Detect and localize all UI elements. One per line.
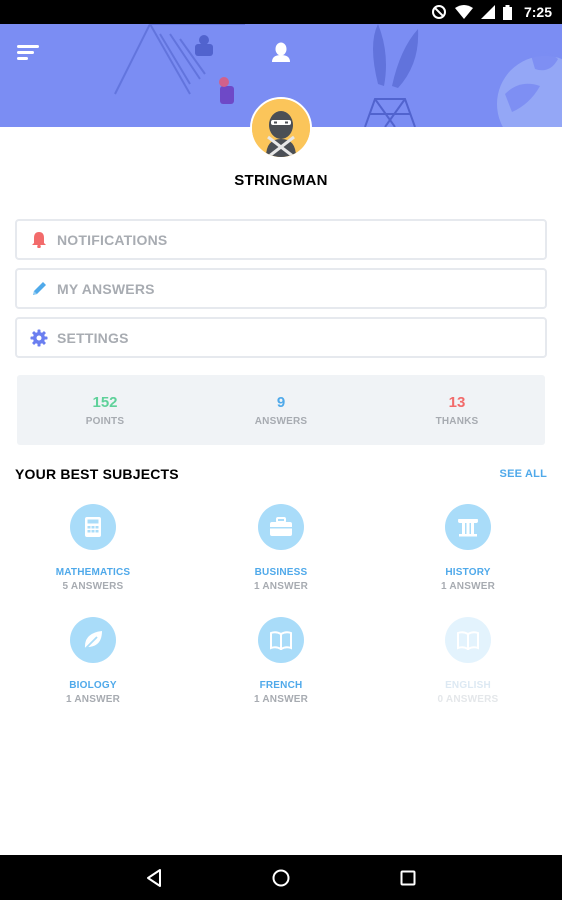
home-icon	[272, 869, 290, 886]
gear-icon	[29, 328, 49, 348]
bell-icon	[29, 230, 49, 250]
back-icon	[146, 868, 161, 887]
subject-count: 0 ANSWERS	[437, 694, 499, 705]
answers-label: ANSWERS	[254, 415, 308, 427]
subject-count: 1 ANSWER	[65, 694, 120, 705]
column-icon	[445, 504, 491, 550]
points-value: 152	[92, 393, 118, 411]
best-subjects-title: YOUR BEST SUBJECTS	[15, 466, 179, 482]
book-icon	[258, 617, 304, 663]
subject-name: BUSINESS	[254, 567, 308, 578]
book-icon	[445, 617, 491, 663]
subject-biology[interactable]: BIOLOGY 1 ANSWER	[23, 617, 163, 705]
status-bar: 7:25	[0, 0, 562, 24]
stat-thanks[interactable]: 13 THANKS	[369, 375, 545, 445]
subject-name: MATHEMATICS	[55, 567, 131, 578]
settings-label: SETTINGS	[57, 329, 129, 346]
notifications-button[interactable]: NOTIFICATIONS	[15, 219, 547, 260]
back-button[interactable]	[139, 863, 169, 893]
wifi-icon	[454, 5, 473, 19]
thanks-label: THANKS	[435, 415, 479, 427]
calculator-icon	[70, 504, 116, 550]
subject-name: ENGLISH	[445, 680, 491, 691]
username: STRINGMAN	[234, 172, 328, 189]
my-answers-label: MY ANSWERS	[57, 280, 155, 297]
subject-name: BIOLOGY	[69, 680, 117, 691]
hamburger-menu-icon	[17, 45, 39, 60]
subject-french[interactable]: FRENCH 1 ANSWER	[211, 617, 351, 705]
recents-button[interactable]	[393, 863, 423, 893]
subject-count: 1 ANSWER	[253, 694, 308, 705]
signal-icon	[480, 5, 495, 19]
subject-name: FRENCH	[259, 680, 303, 691]
stat-answers[interactable]: 9 ANSWERS	[193, 375, 369, 445]
pencil-icon	[29, 279, 49, 299]
subject-history[interactable]: HISTORY 1 ANSWER	[398, 504, 538, 592]
subject-name: HISTORY	[445, 567, 491, 578]
do-not-disturb-icon	[431, 5, 446, 19]
answers-value: 9	[276, 393, 286, 411]
hamburger-menu-button[interactable]	[14, 40, 42, 66]
thanks-value: 13	[448, 393, 466, 411]
avatar[interactable]	[250, 97, 312, 159]
settings-button[interactable]: SETTINGS	[15, 317, 547, 358]
system-nav-bar	[0, 855, 562, 900]
subject-mathematics[interactable]: MATHEMATICS 5 ANSWERS	[23, 504, 163, 592]
status-time: 7:25	[523, 4, 552, 20]
subject-count: 5 ANSWERS	[62, 581, 124, 592]
stat-points[interactable]: 152 POINTS	[17, 375, 193, 445]
home-button[interactable]	[266, 863, 296, 893]
subject-business[interactable]: BUSINESS 1 ANSWER	[211, 504, 351, 592]
recents-icon	[400, 870, 416, 885]
battery-icon	[502, 4, 512, 20]
ninja-avatar-icon	[252, 99, 310, 157]
subject-english[interactable]: ENGLISH 0 ANSWERS	[398, 617, 538, 705]
leaf-icon	[70, 617, 116, 663]
notifications-label: NOTIFICATIONS	[57, 231, 168, 248]
subject-count: 1 ANSWER	[440, 581, 495, 592]
profile-button[interactable]	[268, 40, 294, 66]
briefcase-icon	[258, 504, 304, 550]
see-all-link[interactable]: SEE ALL	[500, 468, 547, 480]
my-answers-button[interactable]: MY ANSWERS	[15, 268, 547, 309]
subject-count: 1 ANSWER	[253, 581, 308, 592]
user-icon	[272, 42, 290, 62]
stats-panel: 152 POINTS 9 ANSWERS 13 THANKS	[17, 375, 545, 445]
points-label: POINTS	[85, 415, 125, 427]
